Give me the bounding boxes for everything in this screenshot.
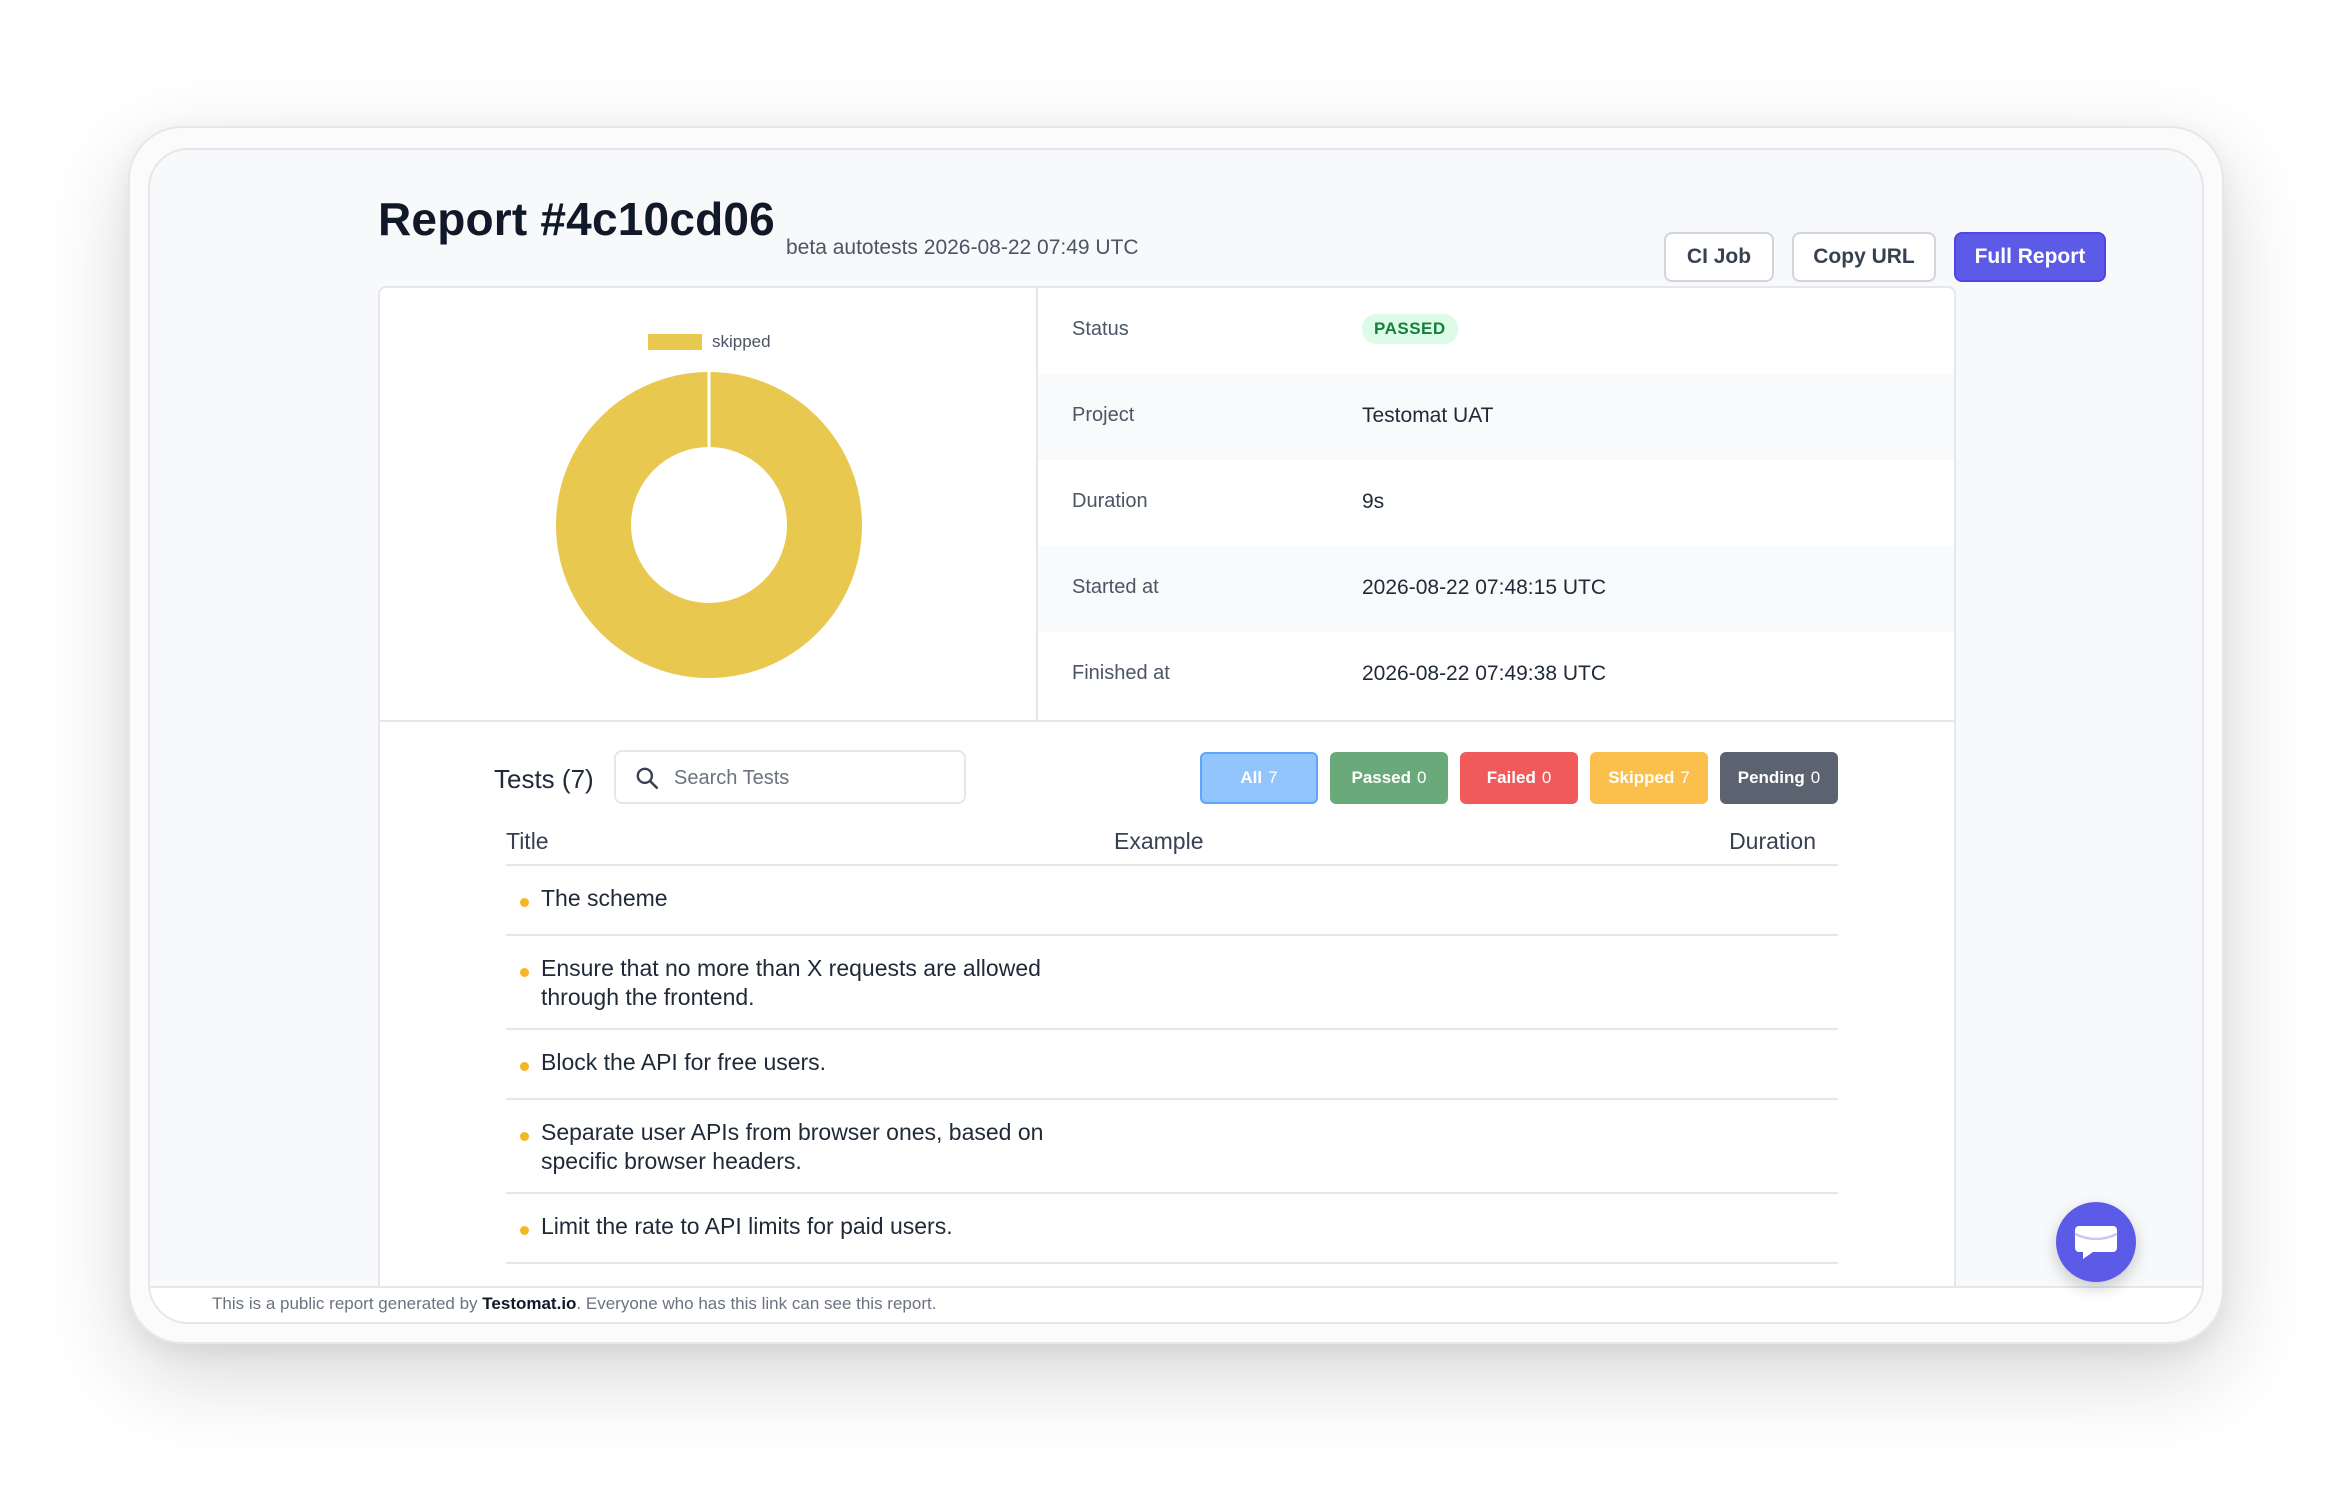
table-header: Title Example Duration: [506, 818, 1838, 866]
page-title: Report #4c10cd06: [378, 193, 775, 245]
test-title[interactable]: Ensure that no more than X requests are …: [541, 954, 1101, 1012]
filter-skipped-label: Skipped: [1608, 768, 1675, 787]
tests-heading: Tests (7): [494, 764, 594, 794]
chart-legend[interactable]: skipped: [648, 332, 771, 352]
filter-failed-label: Failed: [1486, 768, 1536, 787]
search-input[interactable]: [672, 760, 956, 796]
filter-all-button[interactable]: All 7: [1200, 752, 1318, 804]
report-card: skipped Status PASSED Project Testomat U…: [378, 286, 1956, 1322]
info-row-started: Started at 2026-08-22 07:48:15 UTC: [1038, 546, 1954, 632]
run-info-table: Status PASSED Project Testomat UAT Durat…: [1038, 288, 1954, 720]
started-label: Started at: [1072, 576, 1159, 598]
full-report-button[interactable]: Full Report: [1954, 232, 2106, 282]
search-icon: [636, 767, 659, 790]
skipped-status-dot: [520, 1132, 529, 1141]
test-title[interactable]: The scheme: [541, 884, 1101, 913]
table-row[interactable]: Limit the rate to API limits for paid us…: [506, 1194, 1838, 1264]
footer-text: This is a public report generated by Tes…: [212, 1294, 936, 1314]
test-title[interactable]: Separate user APIs from browser ones, ba…: [541, 1118, 1101, 1176]
report-header: Report #4c10cd06 beta autotests 2026-08-…: [378, 186, 2106, 282]
finished-value: 2026-08-22 07:49:38 UTC: [1362, 662, 1606, 685]
legend-swatch-skipped: [648, 334, 702, 350]
filter-pending-label: Pending: [1737, 768, 1805, 787]
filter-passed-count: 0: [1417, 768, 1427, 787]
footer-brand-link[interactable]: Testomat.io: [482, 1294, 576, 1313]
search-box[interactable]: [614, 750, 966, 804]
filter-skipped-button[interactable]: Skipped 7: [1590, 752, 1708, 804]
ci-job-button[interactable]: CI Job: [1664, 232, 1774, 282]
filter-failed-count: 0: [1541, 768, 1552, 787]
filter-all-count: 7: [1268, 768, 1278, 787]
info-row-duration: Duration 9s: [1038, 460, 1954, 546]
filter-passed-button[interactable]: Passed 0: [1330, 752, 1448, 804]
legend-label-skipped: skipped: [712, 332, 771, 351]
filter-failed-button[interactable]: Failed 0: [1460, 752, 1578, 804]
project-value: Testomat UAT: [1362, 404, 1494, 427]
info-row-project: Project Testomat UAT: [1038, 374, 1954, 460]
column-title[interactable]: Title: [506, 828, 549, 855]
footer-suffix: . Everyone who has this link can see thi…: [576, 1294, 937, 1313]
table-row[interactable]: The scheme: [506, 866, 1838, 936]
filter-all-label: All: [1240, 768, 1263, 787]
copy-url-button[interactable]: Copy URL: [1792, 232, 1936, 282]
column-example[interactable]: Example: [1114, 828, 1203, 855]
status-badge: PASSED: [1362, 314, 1458, 344]
filter-pending-count: 0: [1810, 768, 1821, 787]
duration-value: 9s: [1362, 490, 1385, 513]
info-row-status: Status PASSED: [1038, 288, 1954, 374]
project-label: Project: [1072, 404, 1135, 426]
donut-chart: [556, 372, 862, 678]
test-title[interactable]: Block the API for free users.: [541, 1048, 1101, 1077]
tests-section: Tests (7) All 7 Passed 0 Failed 0: [380, 720, 1954, 1322]
filter-pending-button[interactable]: Pending 0: [1720, 752, 1838, 804]
started-value: 2026-08-22 07:48:15 UTC: [1362, 576, 1606, 599]
skipped-status-dot: [520, 898, 529, 907]
info-row-finished: Finished at 2026-08-22 07:49:38 UTC: [1038, 632, 1954, 718]
report-page: Report #4c10cd06 beta autotests 2026-08-…: [148, 148, 2204, 1324]
duration-label: Duration: [1072, 490, 1148, 512]
footer-prefix: This is a public report generated by: [212, 1294, 478, 1313]
status-chart: skipped: [380, 288, 1038, 720]
skipped-status-dot: [520, 1226, 529, 1235]
status-label: Status: [1072, 318, 1129, 340]
public-report-footer: This is a public report generated by Tes…: [150, 1286, 2202, 1322]
test-title[interactable]: Limit the rate to API limits for paid us…: [541, 1212, 1101, 1241]
tests-table: Title Example Duration The scheme Ensure…: [506, 818, 1838, 1264]
table-row[interactable]: Block the API for free users.: [506, 1030, 1838, 1100]
finished-label: Finished at: [1072, 662, 1170, 684]
chat-button[interactable]: [2056, 1202, 2136, 1282]
skipped-status-dot: [520, 1062, 529, 1071]
filter-passed-label: Passed: [1351, 768, 1412, 787]
chat-icon: [2074, 1226, 2118, 1259]
table-row[interactable]: Separate user APIs from browser ones, ba…: [506, 1100, 1838, 1194]
filter-skipped-count: 7: [1680, 768, 1690, 787]
table-row[interactable]: Ensure that no more than X requests are …: [506, 936, 1838, 1030]
page-subtitle: beta autotests 2026-08-22 07:49 UTC: [786, 236, 1139, 259]
column-duration[interactable]: Duration: [1729, 828, 1816, 855]
skipped-status-dot: [520, 968, 529, 977]
